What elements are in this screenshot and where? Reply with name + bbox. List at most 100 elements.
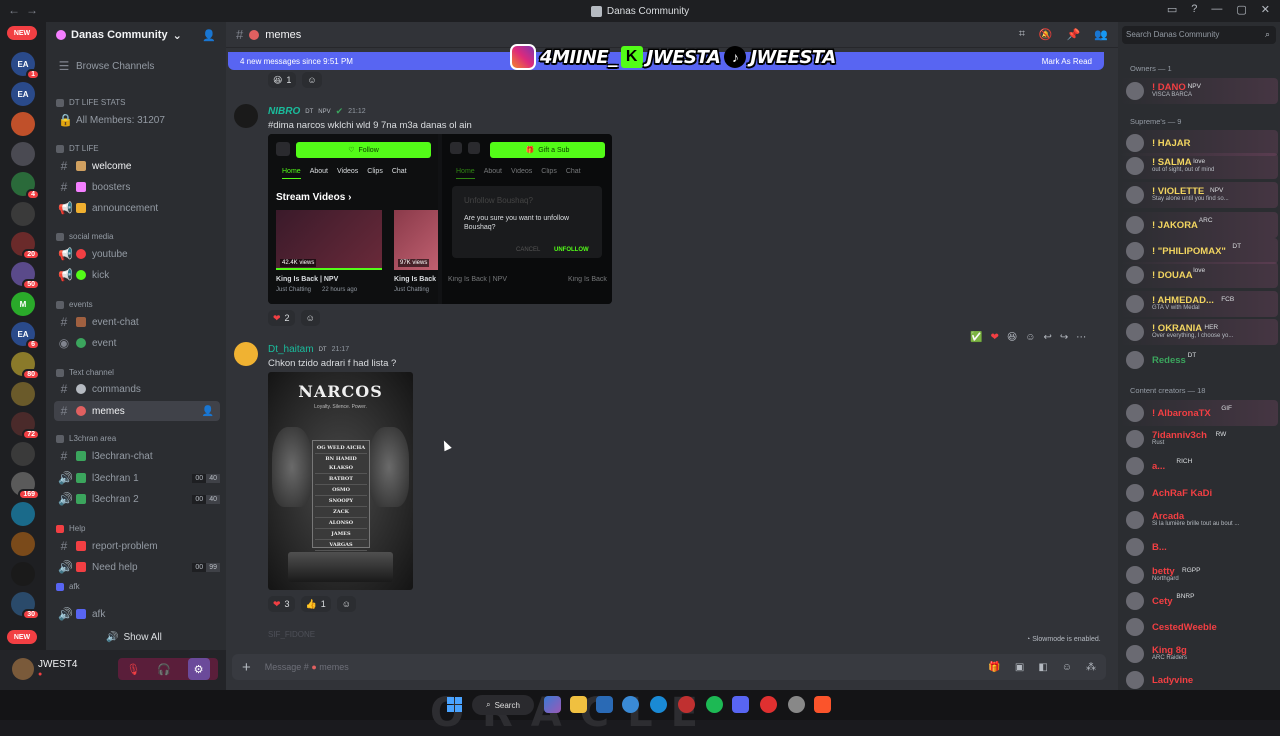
- gear-icon[interactable]: ⚙: [187, 658, 210, 680]
- add-reaction-button[interactable]: ☺: [336, 596, 356, 612]
- pin-icon[interactable]: 📌: [1067, 28, 1081, 41]
- add-reaction-icon[interactable]: ☺: [1025, 332, 1035, 343]
- copilot-icon[interactable]: [544, 696, 561, 713]
- inbox-icon[interactable]: ▭: [1167, 3, 1177, 16]
- member-item[interactable]: Cety BNRP: [1120, 588, 1278, 614]
- windows-start-icon[interactable]: [447, 697, 462, 712]
- upload-plus-icon[interactable]: +: [242, 659, 251, 676]
- server-icon[interactable]: [11, 382, 35, 406]
- brave-icon[interactable]: [814, 696, 831, 713]
- category-afk[interactable]: afk: [56, 582, 80, 591]
- avatar[interactable]: [234, 104, 258, 128]
- member-item[interactable]: ! DANO NPV VISCA BARCA: [1120, 78, 1278, 104]
- app-icon[interactable]: [760, 696, 777, 713]
- laugh-emoji-icon[interactable]: 😆: [1007, 332, 1017, 343]
- mute-bell-icon[interactable]: 🔕: [1039, 28, 1053, 41]
- more-icon[interactable]: ⋯: [1076, 332, 1086, 343]
- server-icon[interactable]: [11, 202, 35, 226]
- taskbar-search[interactable]: ⌕ Search: [472, 695, 534, 715]
- browse-channels[interactable]: ☰ Browse Channels: [54, 56, 220, 76]
- server-icon[interactable]: 30: [11, 592, 40, 620]
- channel-event-chat[interactable]: # event-chat: [54, 312, 220, 332]
- add-reaction-button[interactable]: ☺: [302, 72, 322, 88]
- channel-all-members[interactable]: 🔒 All Members: 31207: [54, 110, 220, 130]
- gif-icon[interactable]: ▣: [1015, 662, 1024, 673]
- channel-need-help[interactable]: 🔊 Need help 00 99: [54, 557, 220, 577]
- category-stats[interactable]: DT LIFE STATS: [56, 98, 125, 107]
- add-member-icon[interactable]: 👤: [202, 29, 216, 42]
- channel-afk[interactable]: 🔊 afk: [54, 604, 220, 624]
- member-item[interactable]: B...: [1120, 534, 1278, 560]
- channel-welcome[interactable]: # welcome: [54, 156, 220, 176]
- apps-icon[interactable]: ⁂: [1086, 662, 1096, 673]
- channel-commands[interactable]: # commands: [54, 379, 220, 399]
- server-icon[interactable]: 72: [11, 412, 40, 440]
- category-help[interactable]: Help: [56, 524, 85, 533]
- reaction[interactable]: ❤ 2: [268, 310, 295, 326]
- forward-icon[interactable]: ↪: [1060, 332, 1068, 343]
- server-icon[interactable]: [11, 562, 35, 586]
- reaction[interactable]: ❤ 3: [268, 596, 295, 612]
- new-servers-pill[interactable]: NEW: [7, 26, 37, 40]
- deafen-icon[interactable]: 🎧: [157, 663, 171, 676]
- member-item[interactable]: Redess DT: [1120, 347, 1278, 373]
- members-icon[interactable]: 👥: [1094, 28, 1108, 41]
- threads-icon[interactable]: ⌗: [1019, 28, 1025, 41]
- sticker-icon[interactable]: ◧: [1038, 662, 1047, 673]
- server-icon[interactable]: EA: [11, 82, 35, 106]
- channel-report-problem[interactable]: # report-problem: [54, 536, 220, 556]
- help-icon[interactable]: ?: [1191, 3, 1197, 16]
- server-icon[interactable]: [11, 532, 35, 556]
- member-item[interactable]: ! OKRANIA HER Over everything, I choose yo…: [1120, 319, 1278, 345]
- server-icon[interactable]: 80: [11, 352, 40, 380]
- member-item[interactable]: ! DOUAA love: [1120, 262, 1278, 288]
- reply-icon[interactable]: ↩: [1044, 332, 1052, 343]
- edge-icon[interactable]: [650, 696, 667, 713]
- server-icon[interactable]: EA 1: [11, 52, 40, 80]
- gift-icon[interactable]: 🎁: [988, 662, 1000, 673]
- server-icon[interactable]: M: [11, 292, 35, 316]
- emoji-icon[interactable]: ☺: [1062, 662, 1072, 673]
- app-icon[interactable]: [622, 696, 639, 713]
- minimize-button[interactable]: —: [1211, 3, 1222, 16]
- server-icon[interactable]: [11, 142, 35, 166]
- member-item[interactable]: 7idanniv3ch RW Rust: [1120, 426, 1278, 452]
- channel-memes[interactable]: # memes 👤: [54, 401, 220, 421]
- category-dtlife[interactable]: DT LIFE: [56, 144, 99, 153]
- check-emoji-icon[interactable]: ✅: [970, 332, 982, 343]
- server-icon[interactable]: 169: [11, 472, 40, 500]
- channel-event[interactable]: ◉ event: [54, 333, 220, 353]
- channel-youtube[interactable]: 📢 youtube: [54, 244, 220, 264]
- add-member-icon[interactable]: 👤: [202, 406, 220, 417]
- server-icon[interactable]: 4: [11, 172, 40, 200]
- history-nav[interactable]: ←→: [8, 3, 44, 17]
- server-icon[interactable]: 20: [11, 232, 40, 260]
- mute-mic-icon[interactable]: 🎙: [126, 663, 140, 676]
- message-composer[interactable]: + Message # ● memes 🎁 ▣ ◧ ☺ ⁂: [232, 654, 1106, 680]
- member-item[interactable]: Arcada Si la lumière brille tout au bout …: [1120, 507, 1278, 533]
- avatar[interactable]: [12, 658, 34, 680]
- member-item[interactable]: ! AlbaronaTX GIF: [1120, 400, 1278, 426]
- category-social[interactable]: social media: [56, 232, 113, 241]
- member-item[interactable]: CestedWeeble: [1120, 614, 1278, 640]
- member-item[interactable]: a... RICH: [1120, 453, 1278, 479]
- member-item[interactable]: ! AHMEDAD... FCB GTA V with Medal: [1120, 291, 1278, 317]
- reaction[interactable]: 👍 1: [300, 596, 331, 612]
- add-reaction-button[interactable]: ☺: [300, 310, 320, 326]
- member-item[interactable]: ! VIOLETTE NPV Stay alone until you find s…: [1120, 182, 1278, 208]
- server-icon[interactable]: [11, 112, 35, 136]
- image-attachment[interactable]: ♡ Follow Home About Videos Clips Chat Stream …: [268, 134, 612, 304]
- member-item[interactable]: ! JAKORA ARC: [1120, 212, 1278, 238]
- app-icon[interactable]: [678, 696, 695, 713]
- category-text[interactable]: Text channel: [56, 368, 114, 377]
- channel-kick[interactable]: 📢 kick: [54, 265, 220, 285]
- discord-icon[interactable]: [732, 696, 749, 713]
- maximize-button[interactable]: ▢: [1236, 3, 1246, 16]
- app-icon[interactable]: [788, 696, 805, 713]
- heart-icon[interactable]: ❤: [990, 332, 998, 343]
- server-icon[interactable]: 50: [11, 262, 40, 290]
- member-item[interactable]: AchRaF KaDi: [1120, 480, 1278, 506]
- channel-l3echran-chat[interactable]: # l3echran-chat: [54, 446, 220, 466]
- server-icon[interactable]: [11, 502, 35, 526]
- category-l3chran[interactable]: L3chran area: [56, 434, 116, 443]
